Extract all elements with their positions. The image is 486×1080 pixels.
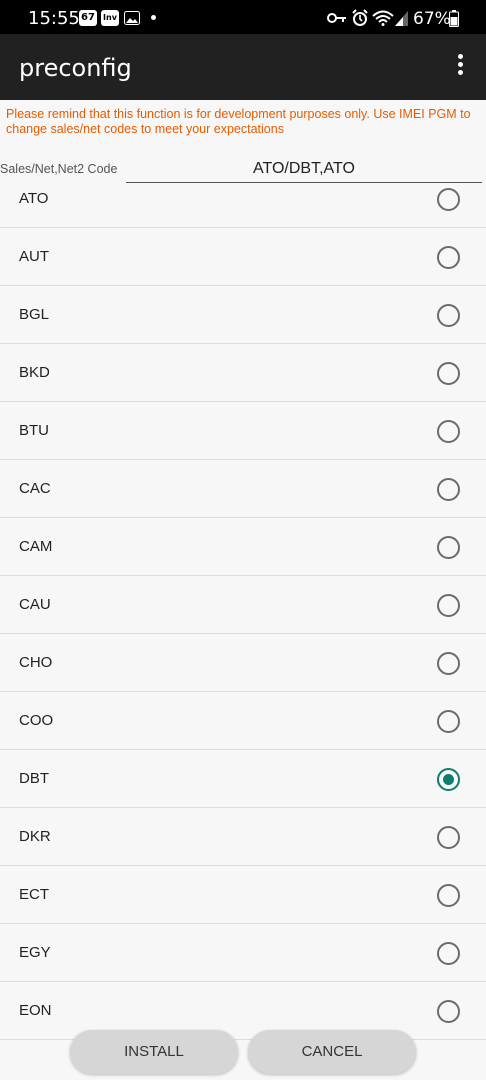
radio-unchecked-icon[interactable] (437, 710, 460, 733)
list-item[interactable]: ATO (0, 184, 486, 228)
app-bar: preconfig (0, 34, 486, 100)
list-item-label: COO (19, 712, 54, 729)
list-item[interactable]: EGY (0, 924, 486, 982)
more-vert-icon[interactable] (449, 54, 471, 80)
list-item-label: DKR (19, 828, 51, 845)
radio-unchecked-icon[interactable] (437, 536, 460, 559)
list-item-label: BKD (19, 364, 50, 381)
list-item-label: DBT (19, 770, 49, 787)
list-item[interactable]: AUT (0, 228, 486, 286)
list-item[interactable]: CHO (0, 634, 486, 692)
alarm-icon (352, 9, 368, 26)
radio-checked-icon[interactable] (437, 768, 460, 791)
list-item-label: EGY (19, 944, 51, 961)
radio-unchecked-icon[interactable] (437, 1000, 460, 1023)
vpn-key-icon (327, 13, 346, 23)
notification-badge-icon: 67 (79, 10, 97, 26)
code-label: Sales/Net,Net2 Code (0, 162, 118, 176)
list-item[interactable]: EON (0, 982, 486, 1040)
install-button[interactable]: INSTALL (70, 1030, 238, 1074)
list-item-label: BGL (19, 306, 50, 323)
list-item-label: CAU (19, 596, 51, 613)
signal-icon (395, 11, 408, 26)
list-item[interactable]: CAM (0, 518, 486, 576)
app-title: preconfig (19, 54, 132, 82)
list-item[interactable]: DKR (0, 808, 486, 866)
radio-unchecked-icon[interactable] (437, 884, 460, 907)
list-item[interactable]: CAU (0, 576, 486, 634)
radio-unchecked-icon[interactable] (437, 942, 460, 965)
radio-unchecked-icon[interactable] (437, 188, 460, 211)
code-value-field[interactable]: ATO/DBT,ATO (126, 156, 482, 183)
status-bar: 15:55 67 Inv 67% (0, 0, 486, 34)
list-item-label: BTU (19, 422, 49, 439)
wifi-icon (372, 10, 394, 26)
status-time: 15:55 (28, 8, 80, 29)
radio-unchecked-icon[interactable] (437, 594, 460, 617)
image-notification-icon (124, 11, 140, 25)
radio-unchecked-icon[interactable] (437, 246, 460, 269)
radio-unchecked-icon[interactable] (437, 826, 460, 849)
list-item-label: CHO (19, 654, 53, 671)
list-item[interactable]: DBT (0, 750, 486, 808)
list-item-label: AUT (19, 248, 49, 265)
list-item-label: CAM (19, 538, 53, 555)
list-item[interactable]: CAC (0, 460, 486, 518)
list-item[interactable]: BGL (0, 286, 486, 344)
list-item[interactable]: BTU (0, 402, 486, 460)
list-item[interactable]: COO (0, 692, 486, 750)
list-item-label: ECT (19, 886, 49, 903)
list-item-label: EON (19, 1002, 52, 1019)
radio-unchecked-icon[interactable] (437, 362, 460, 385)
radio-unchecked-icon[interactable] (437, 420, 460, 443)
list-item[interactable]: ECT (0, 866, 486, 924)
more-notifications-dot (151, 15, 156, 20)
list-item-label: ATO (19, 190, 49, 207)
battery-icon (449, 10, 459, 27)
radio-unchecked-icon[interactable] (437, 478, 460, 501)
notification-app-icon: Inv (101, 10, 119, 26)
sales-code-list[interactable]: ATO AUT BGL BKD BTU CAC CAM CAU CHO COO DBT DKR ECT E… (0, 184, 486, 1080)
list-item[interactable]: BKD (0, 344, 486, 402)
list-item-label: CAC (19, 480, 51, 497)
development-warning: Please remind that this function is for … (6, 107, 471, 136)
battery-percentage: 67% (413, 9, 451, 29)
radio-unchecked-icon[interactable] (437, 304, 460, 327)
cancel-button[interactable]: CANCEL (248, 1030, 416, 1074)
radio-unchecked-icon[interactable] (437, 652, 460, 675)
